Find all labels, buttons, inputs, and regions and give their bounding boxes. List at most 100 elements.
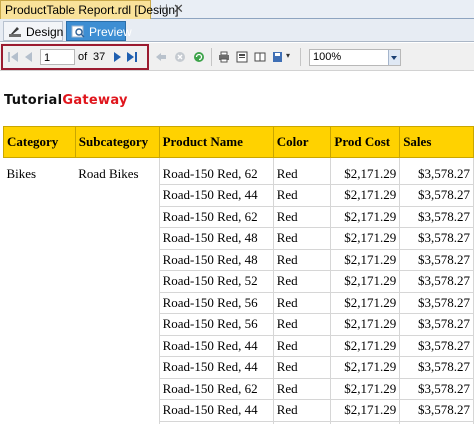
next-page-icon[interactable] xyxy=(111,51,123,63)
cell-prod-cost: $2,171.29 xyxy=(330,227,401,250)
cell-sales: $3,578.27 xyxy=(399,399,474,422)
cell-sales: $3,578.27 xyxy=(399,291,474,314)
document-tab-strip: ProductTable Report.rdl [Design] ⊣ ✕ xyxy=(0,0,474,19)
logo-part-tutorial: Tutorial xyxy=(4,93,63,108)
logo-part-gateway: Gateway xyxy=(62,93,128,108)
cell-category xyxy=(4,378,76,400)
cell-product-name: Road-150 Red, 48 xyxy=(158,227,274,250)
tab-preview-label: Preview xyxy=(89,25,132,39)
close-icon[interactable]: ✕ xyxy=(173,1,184,17)
cell-category xyxy=(4,292,76,314)
cell-product-name: Road-150 Red, 62 xyxy=(158,205,274,228)
cell-subcategory xyxy=(75,271,159,293)
current-page-input[interactable] xyxy=(40,49,75,65)
table-row: Road-150 Red, 56 Red $2,171.29 $3,578.27 xyxy=(4,291,474,314)
cell-product-name: Road-150 Red, 44 xyxy=(158,399,274,422)
cell-sales: $3,578.27 xyxy=(399,270,474,293)
table-row: Road-150 Red, 44 Red $2,171.29 $3,578.27 xyxy=(4,184,474,207)
column-header-prod-cost: Prod Cost xyxy=(330,126,401,158)
cell-subcategory xyxy=(75,314,159,336)
print-icon[interactable] xyxy=(218,51,230,63)
export-dropdown-icon[interactable]: ▾ xyxy=(286,51,290,60)
cell-sales: $3,578.27 xyxy=(399,313,474,336)
cell-color: Red xyxy=(272,313,332,336)
cell-product-name: Road-150 Red, 62 xyxy=(158,157,274,185)
cell-category xyxy=(4,249,76,271)
stop-icon[interactable] xyxy=(174,51,186,63)
cell-sales: $3,578.27 xyxy=(399,205,474,228)
cell-prod-cost: $2,171.29 xyxy=(330,157,401,185)
first-page-icon[interactable] xyxy=(7,51,19,63)
table-header-row: Category Subcategory Product Name Color … xyxy=(3,126,474,158)
cell-product-name: Road-150 Red, 44 xyxy=(158,356,274,379)
zoom-select[interactable]: 100% xyxy=(309,49,401,66)
last-page-icon[interactable] xyxy=(126,51,138,63)
cell-color: Red xyxy=(272,377,332,400)
tab-design[interactable]: Design xyxy=(3,21,63,41)
page-setup-icon[interactable] xyxy=(254,51,266,63)
cell-color: Red xyxy=(272,157,332,185)
cell-subcategory xyxy=(75,206,159,228)
previous-page-icon[interactable] xyxy=(23,51,35,63)
cell-color: Red xyxy=(272,399,332,422)
cell-color: Red xyxy=(272,270,332,293)
tab-design-label: Design xyxy=(26,25,64,39)
cell-product-name: Road-150 Red, 56 xyxy=(158,291,274,314)
tab-preview[interactable]: Preview xyxy=(66,21,132,41)
cell-prod-cost: $2,171.29 xyxy=(330,377,401,400)
document-tab[interactable]: ProductTable Report.rdl [Design] xyxy=(0,0,178,19)
cell-category: Bikes xyxy=(6,166,37,182)
cell-sales: $3,578.27 xyxy=(399,157,474,185)
table-row: Road-150 Red, 48 Red $2,171.29 $3,578.27 xyxy=(4,227,474,250)
cell-subcategory: Road Bikes xyxy=(78,166,139,182)
print-layout-icon[interactable] xyxy=(236,51,248,63)
table-row: Bikes Road Bikes Road-150 Red, 62 Red $2,171… xyxy=(4,157,474,185)
preview-icon xyxy=(71,25,85,38)
cell-sales: $3,578.27 xyxy=(399,334,474,357)
cell-product-name: Road-150 Red, 62 xyxy=(158,377,274,400)
cell-color: Red xyxy=(272,227,332,250)
product-table: Category Subcategory Product Name Color … xyxy=(3,126,474,424)
toolbar-separator xyxy=(300,48,301,66)
table-row: Road-150 Red, 56 Red $2,171.29 $3,578.27 xyxy=(4,313,474,336)
cell-product-name: Road-150 Red, 44 xyxy=(158,334,274,357)
cell-sales: $3,578.27 xyxy=(399,184,474,207)
cell-sales: $3,578.27 xyxy=(399,377,474,400)
cell-color: Red xyxy=(272,248,332,271)
cell-prod-cost: $2,171.29 xyxy=(330,291,401,314)
cell-category xyxy=(4,400,76,422)
cell-subcategory xyxy=(75,400,159,422)
cell-category xyxy=(4,228,76,250)
cell-subcategory xyxy=(75,378,159,400)
table-row: Road-150 Red, 62Red$2,171.29$3,578.27 xyxy=(4,377,474,400)
table-body: Bikes Road Bikes Road-150 Red, 62 Red $2,171… xyxy=(4,157,474,424)
cell-color: Red xyxy=(272,184,332,207)
table-row: Road-150 Red, 44 Red $2,171.29 $3,578.27 xyxy=(4,334,474,357)
cell-subcategory xyxy=(75,292,159,314)
cell-category xyxy=(4,357,76,379)
back-icon[interactable] xyxy=(155,51,167,63)
cell-prod-cost: $2,171.29 xyxy=(330,248,401,271)
refresh-icon[interactable] xyxy=(193,51,205,63)
cell-prod-cost: $2,171.29 xyxy=(330,313,401,336)
cell-product-name: Road-150 Red, 44 xyxy=(158,184,274,207)
cell-prod-cost: $2,171.29 xyxy=(330,184,401,207)
report-toolbar: of 37 ▾ 100% xyxy=(0,43,474,71)
cell-category xyxy=(4,271,76,293)
cell-color: Red xyxy=(272,205,332,228)
cell-sales: $3,578.27 xyxy=(399,356,474,379)
cell-color: Red xyxy=(272,356,332,379)
zoom-dropdown-icon[interactable] xyxy=(388,50,400,65)
report-logo: TutorialGateway xyxy=(4,93,128,108)
of-label: of xyxy=(78,51,88,63)
column-header-subcategory: Subcategory xyxy=(74,126,160,158)
export-icon[interactable] xyxy=(272,51,284,63)
pin-icon[interactable]: ⊣ xyxy=(158,2,168,15)
cell-prod-cost: $2,171.29 xyxy=(330,334,401,357)
table-row: Road-150 Red, 44 Red $2,171.29 $3,578.27 xyxy=(4,356,474,379)
cell-category xyxy=(4,314,76,336)
cell-subcategory xyxy=(75,249,159,271)
column-header-product-name: Product Name xyxy=(158,126,274,158)
cell-product-name: Road-150 Red, 48 xyxy=(158,248,274,271)
cell-color: Red xyxy=(272,334,332,357)
